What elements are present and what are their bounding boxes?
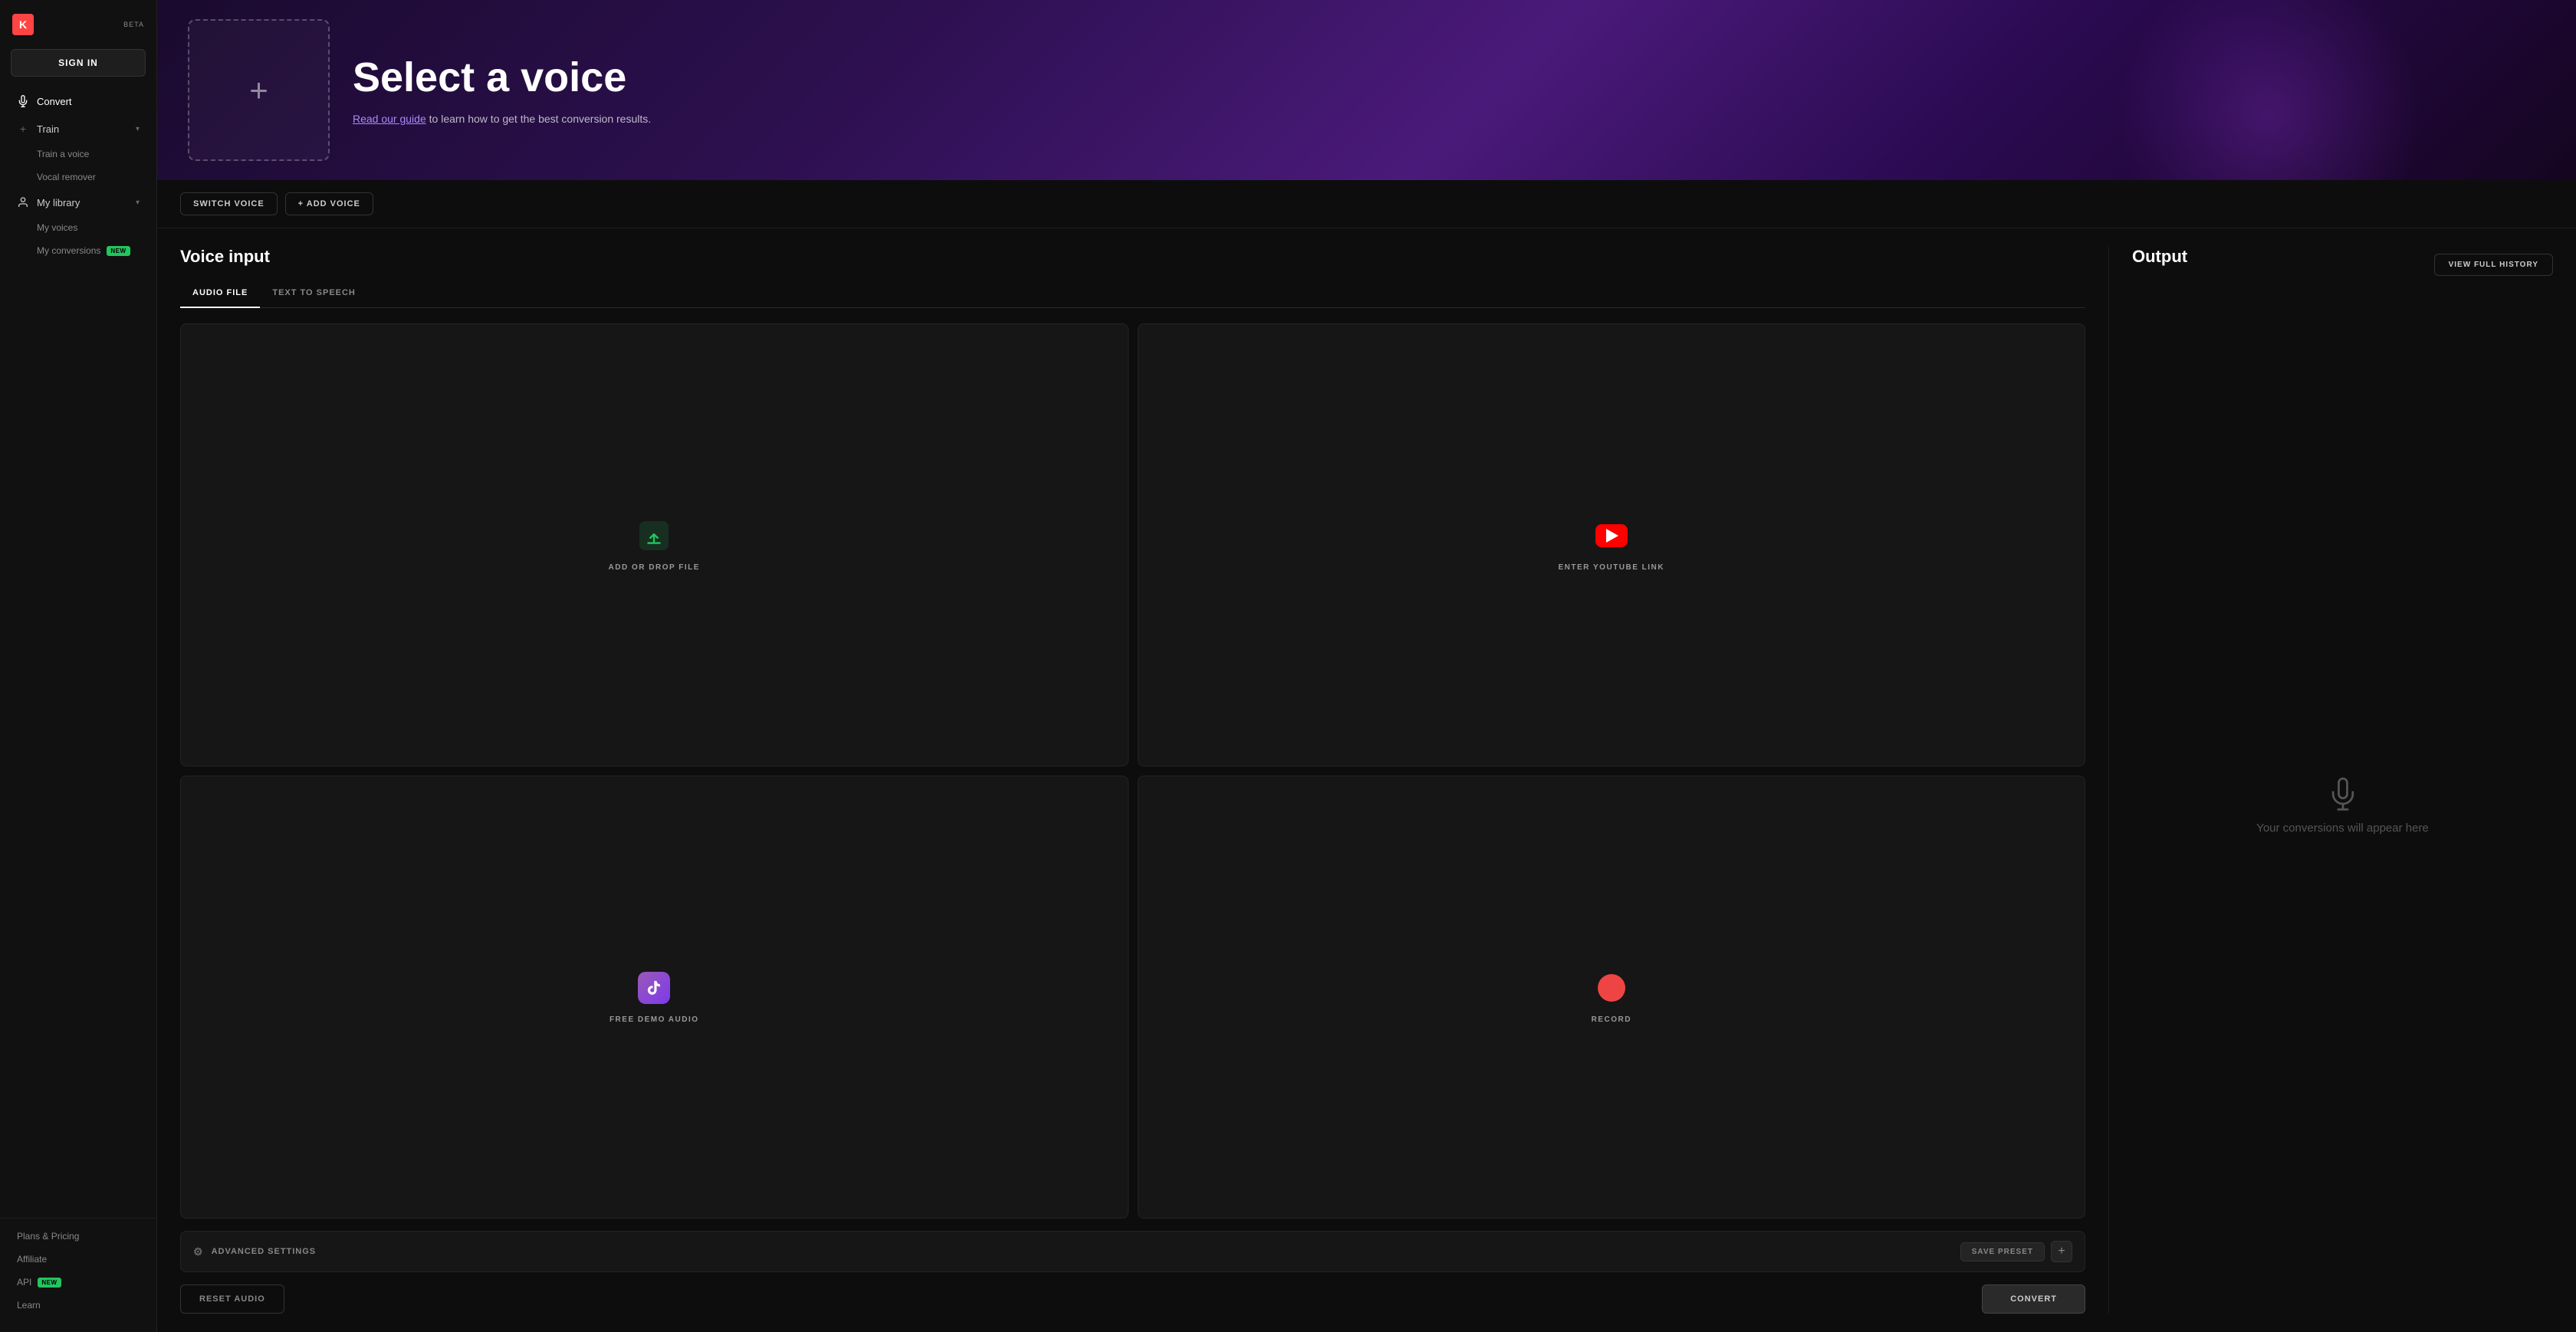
output-empty-state: Your conversions will appear here <box>2132 297 2553 1314</box>
youtube-icon <box>1595 519 1628 553</box>
sidebar-item-my-voices[interactable]: My voices <box>5 216 152 239</box>
sidebar-item-train-a-voice[interactable]: Train a voice <box>5 143 152 166</box>
sidebar: K BETA SIGN IN Convert + Train ▾ Train a… <box>0 0 157 1332</box>
output-header: Output VIEW FULL HISTORY <box>2132 247 2553 282</box>
advanced-settings-label: ADVANCED SETTINGS <box>212 1247 317 1256</box>
add-voice-plus-icon: + <box>249 74 268 107</box>
sidebar-item-my-library[interactable]: My library ▾ <box>5 189 152 216</box>
affiliate-label: Affiliate <box>17 1254 47 1265</box>
actions-bar: SWITCH VOICE + ADD VOICE <box>157 180 2576 228</box>
free-demo-audio-label: FREE DEMO AUDIO <box>610 1015 699 1024</box>
guide-link[interactable]: Read our guide <box>353 113 426 125</box>
learn-label: Learn <box>17 1300 41 1311</box>
youtube-link-label: ENTER YOUTUBE LINK <box>1559 563 1665 572</box>
voice-input-tabs: AUDIO FILE TEXT TO SPEECH <box>180 282 2085 308</box>
chevron-down-icon: ▾ <box>136 125 140 133</box>
record-icon <box>1595 971 1628 1005</box>
logo: K <box>12 14 34 35</box>
add-drop-file-card[interactable]: ADD OR DROP FILE <box>180 323 1129 766</box>
beta-badge: BETA <box>123 21 144 28</box>
my-conversions-label: My conversions <box>37 245 100 256</box>
advanced-settings-left: ⚙ ADVANCED SETTINGS <box>193 1245 316 1258</box>
upload-icon <box>637 519 671 553</box>
youtube-link-card[interactable]: ENTER YOUTUBE LINK <box>1138 323 2086 766</box>
hero-subtitle-text: to learn how to get the best conversion … <box>426 113 651 125</box>
sidebar-item-affiliate[interactable]: Affiliate <box>5 1248 152 1271</box>
hero-text: Select a voice Read our guide to learn h… <box>353 55 651 125</box>
person-icon <box>17 196 29 208</box>
action-buttons: RESET AUDIO CONVERT <box>180 1284 2085 1314</box>
voice-input-title: Voice input <box>180 247 2085 267</box>
my-voices-label: My voices <box>37 222 77 233</box>
record-label: RECORD <box>1592 1015 1631 1024</box>
voice-input-panel: Voice input AUDIO FILE TEXT TO SPEECH <box>180 247 2108 1314</box>
plans-pricing-label: Plans & Pricing <box>17 1231 79 1242</box>
sign-in-button[interactable]: SIGN IN <box>11 49 146 77</box>
sidebar-item-my-conversions[interactable]: My conversions NEW <box>5 239 152 262</box>
hero-title: Select a voice <box>353 55 651 100</box>
sidebar-item-api[interactable]: API NEW <box>5 1271 152 1294</box>
output-title: Output <box>2132 247 2187 267</box>
gear-icon: ⚙ <box>193 1245 204 1258</box>
vocal-remover-label: Vocal remover <box>37 172 96 182</box>
output-empty-message: Your conversions will appear here <box>2256 822 2429 835</box>
add-drop-file-label: ADD OR DROP FILE <box>609 563 700 572</box>
sidebar-item-learn[interactable]: Learn <box>5 1294 152 1317</box>
mic-icon <box>17 95 29 107</box>
sidebar-bottom: Plans & Pricing Affiliate API NEW Learn <box>0 1218 156 1323</box>
sidebar-my-library-label: My library <box>37 197 128 208</box>
api-label: API <box>17 1277 31 1288</box>
sidebar-header: K BETA <box>0 9 156 46</box>
advanced-settings-right: SAVE PRESET + <box>1960 1241 2072 1262</box>
sidebar-item-vocal-remover[interactable]: Vocal remover <box>5 166 152 189</box>
advanced-settings-bar[interactable]: ⚙ ADVANCED SETTINGS SAVE PRESET + <box>180 1231 2085 1272</box>
train-a-voice-label: Train a voice <box>37 149 89 159</box>
sidebar-convert-label: Convert <box>37 96 140 107</box>
input-cards-grid: ADD OR DROP FILE ENTER YOUTUBE LINK <box>180 323 2085 1219</box>
new-badge-api: NEW <box>38 1278 61 1288</box>
convert-button[interactable]: CONVERT <box>1982 1284 2085 1314</box>
reset-audio-button[interactable]: RESET AUDIO <box>180 1284 284 1314</box>
sidebar-item-convert[interactable]: Convert <box>5 87 152 115</box>
output-panel: Output VIEW FULL HISTORY Your conversion… <box>2108 247 2553 1314</box>
content-area: Voice input AUDIO FILE TEXT TO SPEECH <box>157 228 2576 1332</box>
save-preset-button[interactable]: SAVE PRESET <box>1960 1242 2045 1261</box>
voice-placeholder-box[interactable]: + <box>188 19 330 161</box>
tab-text-to-speech[interactable]: TEXT TO SPEECH <box>260 282 368 308</box>
add-voice-button[interactable]: + ADD VOICE <box>285 192 373 215</box>
record-card[interactable]: RECORD <box>1138 776 2086 1219</box>
hero-subtitle: Read our guide to learn how to get the b… <box>353 113 651 125</box>
logo-icon: K <box>12 14 34 35</box>
plus-icon: + <box>17 123 29 135</box>
add-preset-button[interactable]: + <box>2051 1241 2072 1262</box>
sidebar-train-label: Train <box>37 123 128 135</box>
switch-voice-button[interactable]: SWITCH VOICE <box>180 192 278 215</box>
view-full-history-button[interactable]: VIEW FULL HISTORY <box>2434 254 2553 276</box>
mic-empty-icon <box>2326 777 2360 811</box>
new-badge-conversions: NEW <box>107 246 130 256</box>
tab-audio-file[interactable]: AUDIO FILE <box>180 282 260 308</box>
tiktok-icon <box>637 971 671 1005</box>
main-content: + Select a voice Read our guide to learn… <box>157 0 2576 1332</box>
free-demo-audio-card[interactable]: FREE DEMO AUDIO <box>180 776 1129 1219</box>
sidebar-item-train[interactable]: + Train ▾ <box>5 115 152 143</box>
hero-banner: + Select a voice Read our guide to learn… <box>157 0 2576 180</box>
sidebar-item-plans-pricing[interactable]: Plans & Pricing <box>5 1225 152 1248</box>
chevron-down-icon-library: ▾ <box>136 198 140 207</box>
